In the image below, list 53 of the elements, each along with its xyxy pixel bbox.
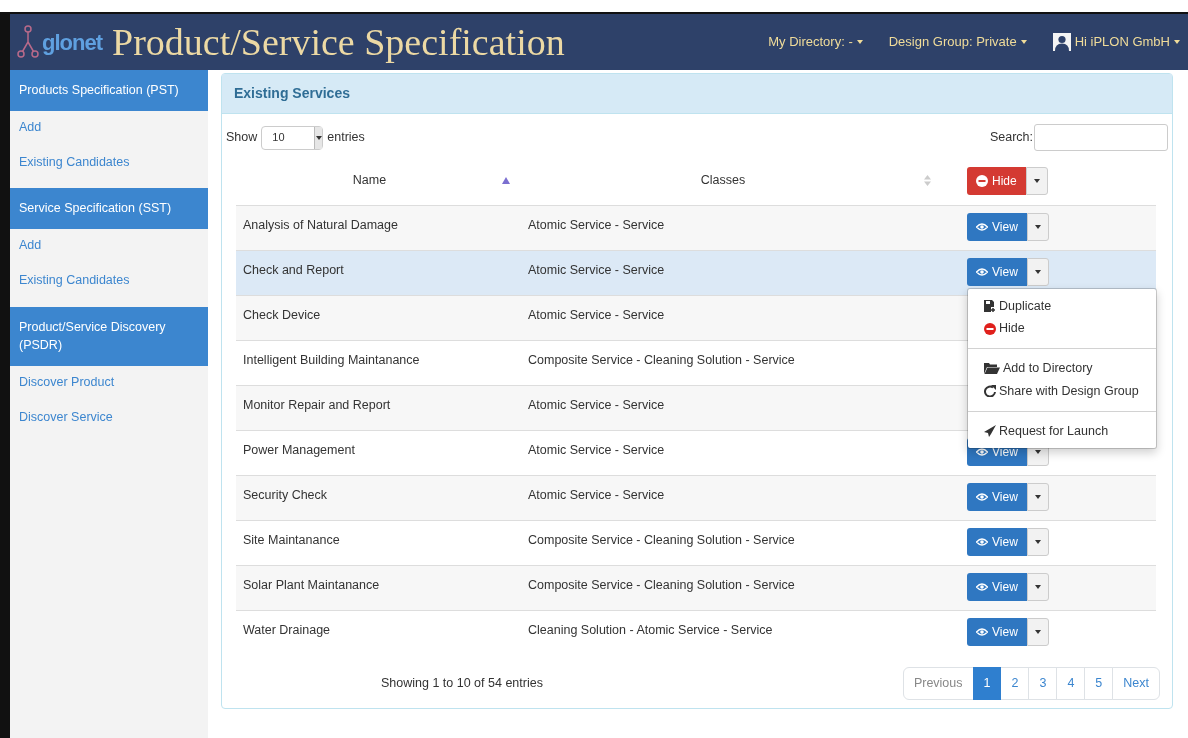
view-button[interactable]: View	[967, 617, 1027, 646]
sidebar-heading: Service Specification (SST)	[10, 188, 208, 229]
page-title: Product/Service Specification	[112, 23, 565, 61]
column-header[interactable]: Name	[237, 171, 502, 191]
search-label: Search:	[989, 129, 1033, 147]
sidebar-link[interactable]: Existing Candidates	[10, 145, 208, 181]
menu-item[interactable]: Hide	[968, 317, 1156, 340]
table-cell: Monitor Repair and Report	[236, 385, 521, 430]
table-cell: Atomic Service - Service	[521, 295, 960, 340]
menu-item[interactable]: Share with Design Group	[968, 379, 1156, 403]
view-button[interactable]: View	[967, 212, 1027, 241]
show-label: Show	[226, 129, 258, 147]
page-link[interactable]: 3	[1028, 667, 1058, 700]
sidebar-heading: Product/Service Discovery (PSDR)	[10, 306, 208, 366]
panel-title: Existing Services	[222, 74, 1172, 114]
nav-menu[interactable]: My Directory: -	[768, 32, 863, 52]
table-cell: Atomic Service - Service	[521, 250, 960, 295]
entries-info: Showing 1 to 10 of 54 entries	[380, 675, 544, 692]
menu-item[interactable]: Add to Directory	[968, 357, 1156, 380]
view-button[interactable]: View	[967, 482, 1027, 511]
column-header[interactable]: Classes	[522, 171, 924, 191]
sidebar-link[interactable]: Discover Product	[10, 366, 208, 401]
table-cell: Analysis of Natural Damage	[236, 205, 521, 250]
sidebar-link[interactable]: Discover Service	[10, 400, 208, 436]
sidebar-link[interactable]: Add	[10, 229, 208, 264]
menu-item[interactable]: Duplicate	[968, 294, 1156, 318]
page-link[interactable]: 5	[1084, 667, 1114, 700]
table-cell: Composite Service - Cleaning Solution - Service	[521, 565, 960, 610]
table-cell: Atomic Service - Service	[521, 385, 960, 430]
view-button[interactable]: View	[967, 527, 1027, 556]
table-cell: Security Check	[236, 475, 521, 520]
page-link[interactable]: 1	[972, 667, 1002, 700]
table-cell: Atomic Service - Service	[521, 475, 960, 520]
table-cell: Check and Report	[236, 250, 521, 295]
sidebar-heading: Products Specification (PST)	[10, 70, 208, 111]
user-menu[interactable]: Hi iPLON GmbH	[1052, 32, 1180, 52]
view-button[interactable]: View	[967, 572, 1027, 601]
page-link[interactable]: Next	[1112, 667, 1160, 700]
entries-label: entries	[327, 129, 365, 147]
logo-text: glonet	[42, 28, 102, 57]
page-link[interactable]: 4	[1056, 667, 1086, 700]
sidebar-link[interactable]: Add	[10, 110, 208, 146]
view-button[interactable]: View	[967, 257, 1027, 286]
table-cell: Atomic Service - Service	[521, 205, 960, 250]
page-link[interactable]: Previous	[902, 667, 974, 700]
table-cell: Cleaning Solution - Atomic Service - Service	[521, 610, 960, 655]
table-cell: Water Drainage	[236, 610, 521, 655]
hide-button[interactable]: Hide	[967, 166, 1026, 195]
nav-menu[interactable]: Design Group: Private	[888, 32, 1027, 52]
sidebar-link[interactable]: Existing Candidates	[10, 263, 208, 299]
entries-select[interactable]: 10	[261, 125, 324, 150]
table-cell: Check Device	[236, 295, 521, 340]
table-cell: Solar Plant Maintanance	[236, 565, 521, 610]
